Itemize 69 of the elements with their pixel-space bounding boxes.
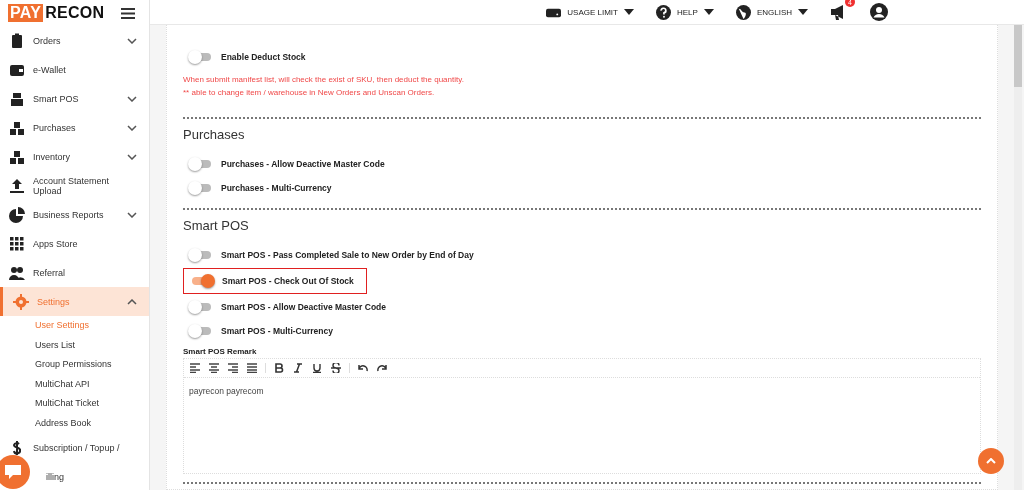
sidebar-item[interactable]: e-Wallet [0, 55, 149, 84]
toggle-switch[interactable] [191, 251, 211, 259]
toggle-label: Smart POS - Check Out Of Stock [222, 276, 354, 286]
note-text: ** able to change item / warehouse in New Orders and Unscan Orders. [183, 87, 436, 99]
sidebar-item[interactable]: Smart POS [0, 84, 149, 113]
align-center-icon[interactable] [209, 363, 219, 373]
caret-icon [798, 9, 808, 15]
scrollbar[interactable] [1014, 25, 1022, 490]
submenu-item[interactable]: Users List [0, 335, 149, 355]
grid-icon [9, 235, 25, 252]
topbar-menu[interactable]: HELP [655, 4, 714, 20]
sidebar-item[interactable]: Inventory [0, 142, 149, 171]
align-justify-icon[interactable] [247, 363, 257, 373]
submenu-item[interactable]: Group Permissions [0, 355, 149, 375]
chat-button[interactable] [0, 455, 30, 489]
bold-icon[interactable] [274, 363, 284, 373]
boxes-icon [9, 119, 25, 136]
section-title: Smart POS [183, 218, 250, 233]
people-icon [9, 264, 25, 281]
toggle-switch[interactable] [191, 184, 211, 192]
editor-text: payrecon payrecom [189, 386, 264, 396]
menu-icon[interactable] [121, 7, 135, 19]
sidebar-item[interactable]: Orders [0, 26, 149, 55]
topbar-menu[interactable]: ENGLISH [735, 4, 808, 20]
submenu-item[interactable]: Address Book [0, 413, 149, 433]
toggle-switch[interactable] [191, 160, 211, 168]
field-label: Smart POS Remark [183, 347, 258, 356]
toggle-label: Smart POS - Allow Deactive Master Code [221, 302, 386, 312]
chat-icon [4, 464, 22, 480]
logo: PAY RECON [8, 4, 105, 22]
scroll-top-button[interactable] [978, 448, 1004, 474]
strike-icon[interactable] [331, 363, 341, 373]
submenu-item[interactable]: MultiChat Ticket [0, 394, 149, 414]
gear-icon [13, 293, 29, 310]
caret-icon [623, 9, 634, 15]
upload-icon [9, 177, 25, 194]
sidebar-item[interactable]: Business Reports [0, 200, 149, 229]
text-editor[interactable]: payrecon payrecom [183, 358, 981, 474]
pie-icon [9, 206, 25, 223]
note-text: When submit manifest list, will check the exist of SKU, then deduct the quantity. [183, 74, 465, 86]
toggle-switch[interactable] [191, 53, 211, 61]
toggle-label: Purchases - Multi-Currency [221, 183, 332, 193]
help-icon [655, 4, 671, 20]
sidebar-item[interactable]: Apps Store [0, 229, 149, 258]
sidebar-item[interactable]: Subscription / Topup / [0, 433, 149, 462]
align-left-icon[interactable] [190, 363, 200, 373]
account-icon[interactable] [870, 3, 888, 21]
sidebar-item[interactable]: Purchases [0, 113, 149, 142]
chevron-up-icon [986, 458, 996, 464]
toggle-label: Smart POS - Pass Completed Sale to New Order by End of Day [221, 250, 474, 260]
boxes-icon [9, 148, 25, 165]
toggle-label: Enable Deduct Stock [221, 52, 306, 62]
sidebar-item[interactable]: Account Statement Upload [0, 171, 149, 200]
toggle-switch[interactable] [191, 303, 211, 311]
topbar-menu[interactable]: USAGE LIMIT [546, 4, 634, 20]
sidebar-item[interactable]: Referral [0, 258, 149, 287]
align-right-icon[interactable] [228, 363, 238, 373]
submenu-item[interactable]: MultiChat API [0, 374, 149, 394]
italic-icon[interactable] [293, 363, 303, 373]
toggle-label: Purchases - Allow Deactive Master Code [221, 159, 385, 169]
sidebar-item[interactable]: illing [32, 462, 149, 490]
caret-icon [703, 9, 714, 15]
redo-icon[interactable] [377, 363, 387, 373]
underline-icon[interactable] [312, 363, 322, 373]
section-title: Purchases [183, 127, 246, 142]
toggle-switch[interactable] [192, 277, 212, 285]
toggle-switch[interactable] [191, 327, 211, 335]
undo-icon[interactable] [358, 363, 368, 373]
toggle-label: Smart POS - Multi-Currency [221, 326, 333, 336]
